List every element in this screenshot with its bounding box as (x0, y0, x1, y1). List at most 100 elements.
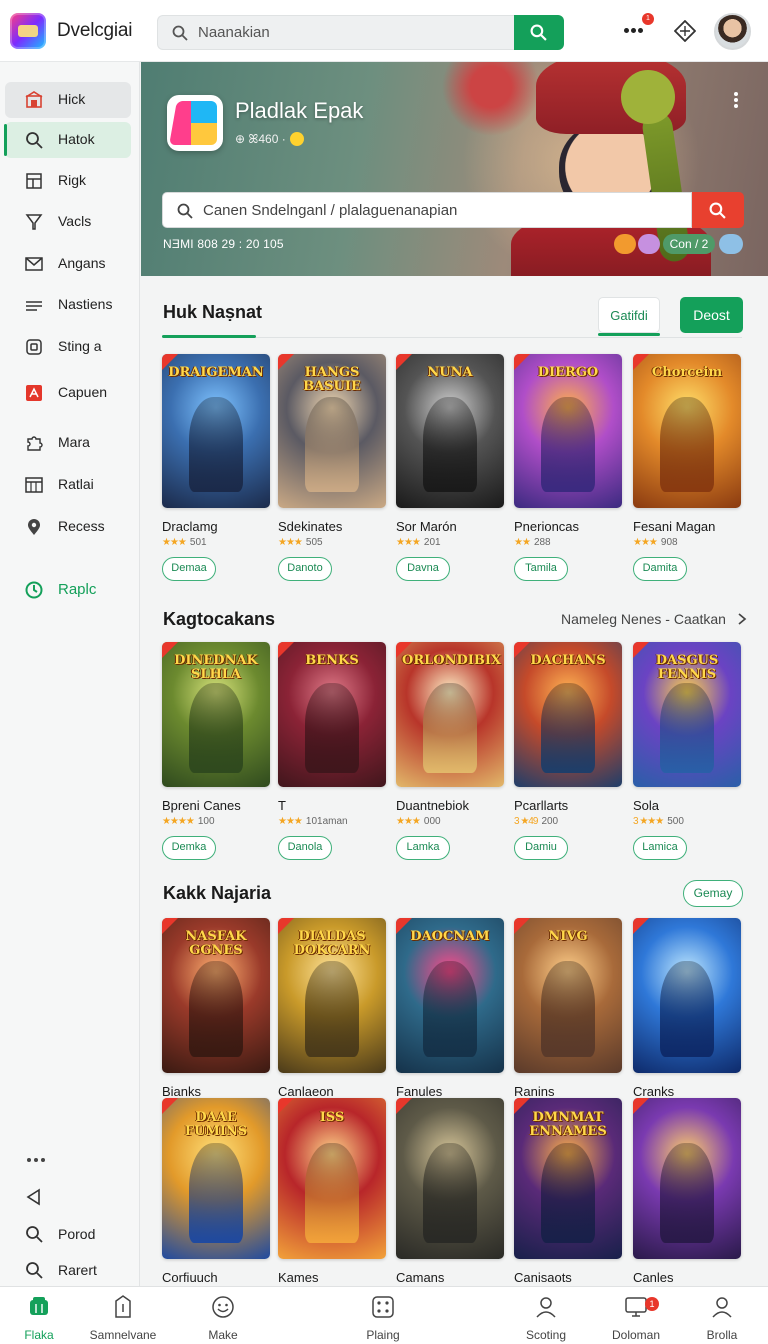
square-icon (26, 339, 42, 355)
sidebar-foot-porod[interactable]: Porod (5, 1219, 131, 1249)
game-card-image[interactable]: ISS (278, 1098, 386, 1259)
sidebar-back-button[interactable] (5, 1182, 131, 1212)
game-card-title[interactable]: Canlaeon (278, 1084, 334, 1099)
tab-gatifdi[interactable]: Gatifdi (598, 297, 660, 333)
game-card-image[interactable]: DASGUS FENNIS (633, 642, 741, 787)
sidebar-item-pdf[interactable]: Capuen (5, 375, 131, 411)
game-card-title[interactable]: Duantnebiok (396, 798, 469, 813)
game-card-title[interactable]: Corfiuuch (162, 1270, 218, 1285)
sidebar-item-square[interactable]: Sting a (5, 329, 131, 365)
game-card-art-title: NIVG (548, 929, 588, 944)
game-card-action-button[interactable]: Damita (633, 557, 687, 581)
game-card-title[interactable]: Sola (633, 798, 659, 813)
hero-banner[interactable]: Pladlak Epak ⊕ ꕤ460 · NƎMI 808 29 : 20 1… (141, 62, 768, 276)
game-card-image[interactable] (396, 1098, 504, 1259)
game-card-image[interactable]: BENKS (278, 642, 386, 787)
sidebar-item-puzzle[interactable]: Mara (5, 425, 131, 461)
game-card-image[interactable]: NIVG (514, 918, 622, 1073)
game-card-action-button[interactable]: Danoto (278, 557, 332, 581)
game-card-image[interactable]: DINEDNAK SLHLA (162, 642, 270, 787)
nav-item-doloman[interactable]: Doloman (591, 1287, 681, 1344)
game-card-title[interactable]: Kames (278, 1270, 318, 1285)
game-card-image[interactable]: DIALDAS DOKCARN (278, 918, 386, 1073)
game-card-rating: 3 ★49 200 (514, 816, 559, 827)
sidebar-item-list[interactable]: Nastiens (5, 287, 131, 323)
game-card-image[interactable] (633, 1098, 741, 1259)
hero-search-bar[interactable] (162, 192, 692, 228)
sidebar-item-location[interactable]: Recess (5, 509, 131, 545)
sidebar-foot-rarert[interactable]: Rarert (5, 1255, 131, 1285)
game-card-image[interactable] (633, 918, 741, 1073)
game-card-title[interactable]: Canles (633, 1270, 673, 1285)
game-card-image[interactable]: DRAIGEMAN (162, 354, 270, 508)
game-card-title[interactable]: Fanules (396, 1084, 442, 1099)
search-bar[interactable] (157, 15, 514, 50)
game-card-image[interactable]: DACHANS (514, 642, 622, 787)
game-card-action-button[interactable]: Tamila (514, 557, 568, 581)
game-card-title[interactable]: Camans (396, 1270, 444, 1285)
game-card-image[interactable]: DAOCNAM (396, 918, 504, 1073)
game-card-title[interactable]: Sor Marón (396, 519, 457, 534)
game-card-action-button[interactable]: Davna (396, 557, 450, 581)
game-card-title[interactable]: Canisaots (514, 1270, 572, 1285)
sidebar-item-search[interactable]: Hatok (4, 122, 131, 158)
game-card-title[interactable]: Draclamg (162, 519, 218, 534)
game-card-image[interactable]: DMNMAT ENNAMES (514, 1098, 622, 1259)
sidebar-item-filter[interactable]: Vacls (5, 204, 131, 240)
nav-item-plaing[interactable]: Plaing (338, 1287, 428, 1344)
game-card-image[interactable]: NASFAK GGNES (162, 918, 270, 1073)
hero-chip[interactable]: Con / 2 (663, 234, 715, 254)
sidebar-more-button[interactable] (5, 1146, 131, 1176)
nav-item-brolla[interactable]: Brolla (677, 1287, 767, 1344)
hero-app-logo-icon[interactable] (167, 95, 223, 151)
nav-item-flaka[interactable]: Flaka (0, 1287, 84, 1344)
game-card-action-button[interactable]: Demka (162, 836, 216, 860)
hero-chip[interactable] (614, 234, 636, 254)
nav-item-make[interactable]: Make (178, 1287, 268, 1344)
hero-search-input[interactable] (203, 193, 683, 227)
nav-item-samnelvane[interactable]: Samnelvane (78, 1287, 168, 1344)
gemay-button[interactable]: Gemay (683, 880, 743, 907)
game-card-title[interactable]: Bpreni Canes (162, 798, 241, 813)
game-card-action-button[interactable]: Demaa (162, 557, 216, 581)
game-card-image[interactable]: DAAE FUMINS (162, 1098, 270, 1259)
sidebar-item-clock[interactable]: Raplc (5, 572, 131, 608)
avatar[interactable] (714, 13, 751, 50)
game-card-image[interactable]: ORLONDIBIX (396, 642, 504, 787)
game-card-title[interactable]: T (278, 798, 286, 813)
game-card-image[interactable]: Chorceim (633, 354, 741, 508)
location-icon (28, 519, 40, 535)
game-card-title[interactable]: Bianks (162, 1084, 201, 1099)
game-card-image[interactable]: HANGS BASUIE (278, 354, 386, 508)
game-card-action-button[interactable]: Lamka (396, 836, 450, 860)
see-more-link[interactable]: Nameleg Nenes - Caatkan (561, 611, 748, 627)
hero-menu-button[interactable] (733, 92, 739, 108)
sidebar-item-home[interactable]: Hick (5, 82, 131, 118)
new-corner-badge (633, 1098, 649, 1114)
game-card-title[interactable]: Pnerioncas (514, 519, 579, 534)
game-card-action-button[interactable]: Danola (278, 836, 332, 860)
hero-search-button[interactable] (692, 192, 744, 228)
hero-chip[interactable] (719, 234, 743, 254)
game-card-title[interactable]: Cranks (633, 1084, 674, 1099)
section-title: Huk Naṣnat (163, 302, 263, 322)
hero-chip[interactable] (638, 234, 660, 254)
game-card-title[interactable]: Pcarllarts (514, 798, 568, 813)
search-input[interactable] (198, 16, 498, 49)
game-card-title[interactable]: Ranins (514, 1084, 554, 1099)
sidebar-item-table[interactable]: Ratlai (5, 467, 131, 503)
game-card-title[interactable]: Sdekinates (278, 519, 342, 534)
diamond-icon[interactable] (674, 20, 696, 42)
game-card-title[interactable]: Fesani Magan (633, 519, 715, 534)
nav-item-scoting[interactable]: Scoting (501, 1287, 591, 1344)
sidebar-item-grid[interactable]: Rigk (5, 163, 131, 199)
sidebar-item-mail[interactable]: Angans (5, 246, 131, 282)
search-button[interactable] (514, 15, 564, 50)
game-card-art-title: DIALDAS DOKCARN (293, 929, 371, 958)
game-card-action-button[interactable]: Damiu (514, 836, 568, 860)
game-card-action-button[interactable]: Lamica (633, 836, 687, 860)
tab-deost[interactable]: Deost (680, 297, 743, 333)
game-card-image[interactable]: NUNA (396, 354, 504, 508)
game-card-image[interactable]: DIERGO (514, 354, 622, 508)
app-logo-icon[interactable] (10, 13, 46, 49)
